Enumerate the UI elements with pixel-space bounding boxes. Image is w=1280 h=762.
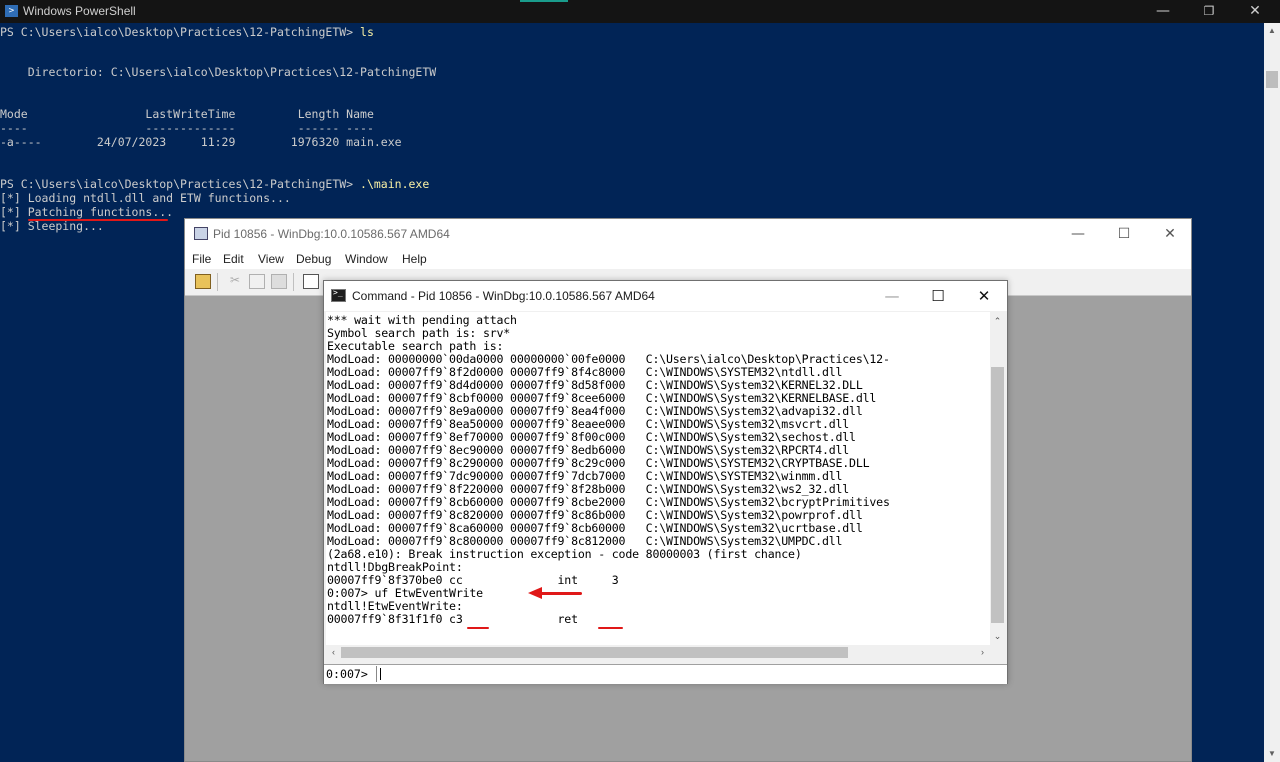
ps-command: ls xyxy=(360,25,374,39)
ps-prompt-line: PS C:\Users\ialco\Desktop\Practices\12-P… xyxy=(0,177,429,191)
paste-icon[interactable] xyxy=(271,274,287,289)
ps-output-line: [*] Sleeping... xyxy=(0,219,104,233)
command-prompt-label: 0:007> xyxy=(326,667,368,681)
scrollbar-thumb[interactable] xyxy=(341,647,848,658)
scroll-right-icon[interactable]: › xyxy=(975,645,990,660)
ps-prompt-line: PS C:\Users\ialco\Desktop\Practices\12-P… xyxy=(0,25,374,39)
command-prompt-icon xyxy=(331,288,346,302)
scroll-left-icon[interactable]: ‹ xyxy=(326,645,341,660)
maximize-icon[interactable]: ☐ xyxy=(1101,219,1147,249)
menu-edit[interactable]: Edit xyxy=(223,252,244,266)
ps-prompt: PS C:\Users\ialco\Desktop\Practices\12-P… xyxy=(0,177,361,191)
close-icon[interactable]: ✕ xyxy=(961,281,1007,311)
command-input[interactable] xyxy=(376,666,1007,682)
source-icon[interactable] xyxy=(303,274,319,289)
annotation-underline xyxy=(598,627,623,629)
powershell-scrollbar[interactable]: ▲ ▼ xyxy=(1264,23,1280,762)
windbg-title: Pid 10856 - WinDbg:10.0.10586.567 AMD64 xyxy=(213,227,450,241)
scrollbar-thumb[interactable] xyxy=(991,367,1004,623)
open-icon[interactable] xyxy=(195,274,211,289)
taskbar-accent xyxy=(520,0,568,2)
text-caret xyxy=(380,668,381,680)
command-vertical-scrollbar[interactable]: ⌃ ⌄ xyxy=(990,312,1005,645)
ps-table-row: -a---- 24/07/2023 11:29 1976320 main.exe xyxy=(0,135,402,149)
minimize-icon[interactable]: — xyxy=(1055,219,1101,249)
ps-prompt: PS C:\Users\ialco\Desktop\Practices\12-P… xyxy=(0,25,361,39)
menu-view[interactable]: View xyxy=(258,252,284,266)
menu-file[interactable]: File xyxy=(192,252,211,266)
annotation-arrow-head xyxy=(528,587,542,599)
ps-output-line: [*] Loading ntdll.dll and ETW functions.… xyxy=(0,191,291,205)
menu-debug[interactable]: Debug xyxy=(296,252,331,266)
command-window: Command - Pid 10856 - WinDbg:10.0.10586.… xyxy=(323,280,1008,684)
command-output[interactable]: *** wait with pending attach Symbol searc… xyxy=(326,312,990,645)
ps-command: .\main.exe xyxy=(360,177,430,191)
ps-directory-line: Directorio: C:\Users\ialco\Desktop\Pract… xyxy=(0,65,437,79)
ps-table-header: Mode LastWriteTime Length Name xyxy=(0,107,374,121)
scroll-down-icon[interactable]: ⌄ xyxy=(990,629,1005,643)
menu-window[interactable]: Window xyxy=(345,252,388,266)
scroll-up-icon[interactable]: ⌃ xyxy=(990,314,1005,328)
windbg-app-icon xyxy=(194,227,208,240)
windbg-menubar: File Edit View Debug Window Help xyxy=(185,249,1191,269)
command-horizontal-scrollbar[interactable]: ‹ › xyxy=(326,645,990,660)
ps-table-underline: ---- ------------- ------ ---- xyxy=(0,121,374,135)
annotation-underline xyxy=(467,627,489,629)
command-title: Command - Pid 10856 - WinDbg:10.0.10586.… xyxy=(352,289,655,303)
minimize-icon[interactable]: — xyxy=(1140,0,1186,23)
powershell-titlebar: > Windows PowerShell — ❐ ✕ xyxy=(0,0,1280,23)
powershell-icon: > xyxy=(5,5,18,17)
close-icon[interactable]: ✕ xyxy=(1147,219,1193,249)
copy-icon[interactable] xyxy=(249,274,265,289)
maximize-icon[interactable]: ☐ xyxy=(915,281,961,311)
annotation-underline xyxy=(28,219,168,221)
command-titlebar: Command - Pid 10856 - WinDbg:10.0.10586.… xyxy=(324,281,1007,311)
close-icon[interactable]: ✕ xyxy=(1232,0,1278,23)
scroll-down-icon[interactable]: ▼ xyxy=(1264,746,1280,762)
toolbar-separator xyxy=(217,273,218,291)
cut-icon[interactable]: ✂ xyxy=(227,274,243,289)
scrollbar-thumb[interactable] xyxy=(1266,71,1278,88)
powershell-title: Windows PowerShell xyxy=(23,4,136,18)
toolbar-separator xyxy=(293,273,294,291)
command-output-line: 00007ff9`8f31f1f0 c3 ret xyxy=(327,612,578,626)
annotation-arrow xyxy=(540,592,582,595)
menu-help[interactable]: Help xyxy=(402,252,427,266)
minimize-icon[interactable]: — xyxy=(869,281,915,311)
windbg-titlebar: Pid 10856 - WinDbg:10.0.10586.567 AMD64 … xyxy=(185,219,1191,249)
ps-output-line: [*] Patching functions... xyxy=(0,205,174,219)
command-input-row: 0:007> xyxy=(324,664,1007,684)
scroll-up-icon[interactable]: ▲ xyxy=(1264,23,1280,39)
restore-icon[interactable]: ❐ xyxy=(1186,0,1232,23)
